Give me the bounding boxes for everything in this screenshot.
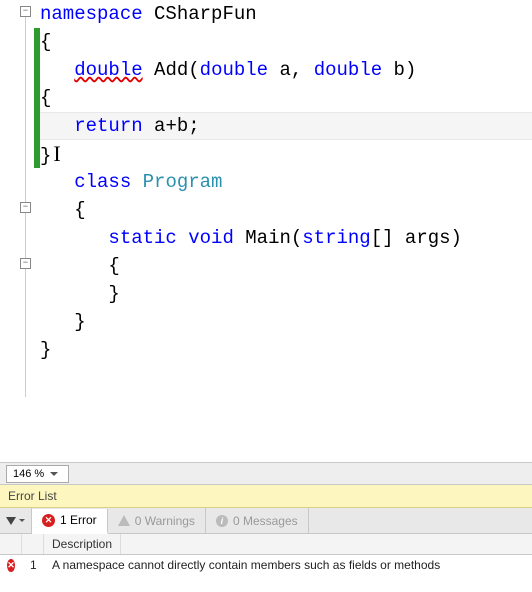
code-content[interactable]: namespace CSharpFun { double Add(double … (40, 0, 532, 462)
keyword: return (74, 115, 142, 137)
identifier: Main (245, 227, 291, 249)
outline-column: − − − (18, 0, 34, 462)
keyword: static (108, 227, 176, 249)
filter-icon (6, 517, 16, 525)
brace: { (74, 199, 85, 221)
tab-label: 1 Error (60, 513, 97, 527)
row-description: A namespace cannot directly contain memb… (44, 558, 448, 572)
error-icon: ✕ (42, 514, 55, 527)
identifier: b (394, 59, 405, 81)
identifier: args (405, 227, 451, 249)
code-line[interactable]: static void Main(string[] args) (40, 224, 532, 252)
tab-label: 0 Warnings (135, 514, 195, 528)
tab-label: 0 Messages (233, 514, 298, 528)
brace: { (40, 87, 51, 109)
type-name: Program (143, 171, 223, 193)
chevron-down-icon (50, 472, 58, 476)
code-line[interactable]: { (40, 252, 532, 280)
code-line[interactable]: } (40, 336, 532, 364)
code-line[interactable]: } (40, 308, 532, 336)
code-editor[interactable]: − − − namespace CSharpFun { double Add(d… (0, 0, 532, 462)
errors-tab[interactable]: ✕ 1 Error (32, 509, 108, 534)
code-line[interactable]: } (40, 280, 532, 308)
left-margin (0, 0, 18, 462)
code-line[interactable]: namespace CSharpFun (40, 0, 532, 28)
header-icon-col[interactable] (0, 534, 22, 554)
warning-icon (118, 515, 130, 526)
identifier: a (280, 59, 291, 81)
panel-title: Error List (0, 485, 532, 508)
brace: } (40, 339, 51, 361)
code-line[interactable]: }I (40, 140, 532, 168)
error-list-panel: Error List ✕ 1 Error 0 Warnings i 0 Mess… (0, 484, 532, 575)
zoom-level-dropdown[interactable]: 146 % (6, 465, 69, 483)
brace: { (108, 255, 119, 277)
identifier: CSharpFun (154, 3, 257, 25)
brace: } (74, 311, 85, 333)
code-line[interactable]: double Add(double a, double b) (40, 56, 532, 84)
keyword: double (314, 59, 382, 81)
brace: { (40, 31, 51, 53)
text (143, 3, 154, 25)
chevron-down-icon (19, 519, 25, 522)
keyword-error: double (74, 59, 142, 81)
keyword: string (302, 227, 370, 249)
warnings-tab[interactable]: 0 Warnings (108, 508, 206, 533)
expression: a+b; (154, 115, 200, 137)
error-row[interactable]: ✕ 1 A namespace cannot directly contain … (0, 555, 532, 575)
header-description[interactable]: Description (44, 534, 121, 554)
row-icon-cell: ✕ (0, 559, 22, 572)
identifier: Add (154, 59, 188, 81)
row-number: 1 (22, 558, 44, 572)
keyword: double (200, 59, 268, 81)
brace: } (40, 145, 51, 167)
keyword: namespace (40, 3, 143, 25)
error-icon: ✕ (7, 559, 15, 572)
zoom-value: 146 % (13, 468, 44, 480)
code-line[interactable]: return a+b; (40, 112, 532, 140)
filter-button[interactable] (0, 508, 32, 533)
keyword: void (188, 227, 234, 249)
fold-toggle[interactable]: − (20, 258, 31, 269)
code-line[interactable]: { (40, 196, 532, 224)
header-num-col[interactable] (22, 534, 44, 554)
fold-toggle[interactable]: − (20, 202, 31, 213)
error-list-headers: Description (0, 534, 532, 555)
code-line[interactable]: class Program (40, 168, 532, 196)
code-line[interactable]: { (40, 84, 532, 112)
keyword: class (74, 171, 131, 193)
fold-toggle[interactable]: − (20, 6, 31, 17)
zoom-bar: 146 % (0, 462, 532, 484)
code-line[interactable]: { (40, 28, 532, 56)
messages-tab[interactable]: i 0 Messages (206, 508, 309, 533)
text: [] (371, 227, 394, 249)
text-cursor-icon: I (53, 141, 60, 166)
info-icon: i (216, 515, 228, 527)
brace: } (108, 283, 119, 305)
error-list-toolbar: ✕ 1 Error 0 Warnings i 0 Messages (0, 508, 532, 534)
